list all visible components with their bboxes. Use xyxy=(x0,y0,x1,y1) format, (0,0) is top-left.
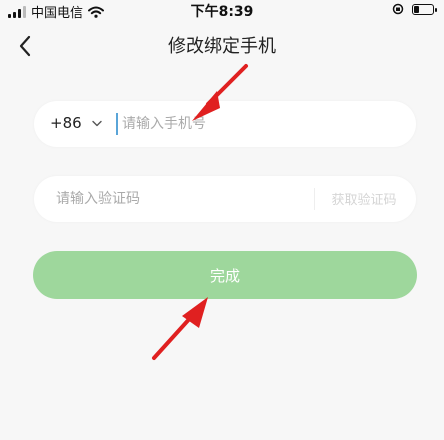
nav-bar: 修改绑定手机 xyxy=(0,24,444,68)
battery-icon xyxy=(412,3,437,15)
status-time: 下午8:39 xyxy=(190,4,254,20)
status-right xyxy=(392,3,437,15)
orientation-lock-icon xyxy=(392,3,404,15)
code-input[interactable] xyxy=(56,188,296,210)
country-code-label: +86 xyxy=(50,114,82,132)
page-title: 修改绑定手机 xyxy=(168,36,276,57)
country-code-selector[interactable]: +86 xyxy=(50,114,102,132)
arrow-to-submit-button xyxy=(152,297,208,360)
code-field: 获取验证码 xyxy=(34,176,416,222)
phone-input[interactable] xyxy=(122,113,382,135)
submit-button[interactable]: 完成 xyxy=(33,251,417,299)
field-divider xyxy=(314,188,315,210)
text-cursor xyxy=(116,113,118,135)
chevron-down-icon xyxy=(91,120,102,126)
status-bar: 中国电信 下午8:39 xyxy=(0,0,444,24)
phone-field: +86 xyxy=(34,101,416,147)
get-code-button[interactable]: 获取验证码 xyxy=(324,189,404,208)
